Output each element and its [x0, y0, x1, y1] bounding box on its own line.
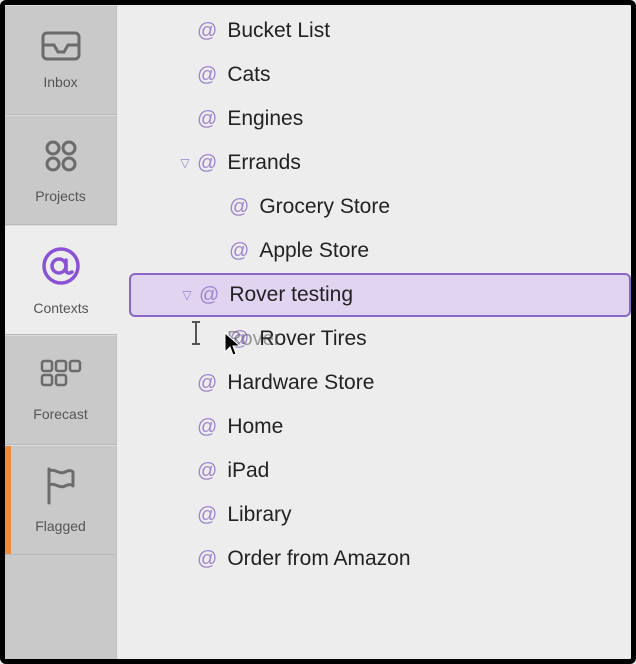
context-row[interactable]: @ iPad [117, 449, 631, 493]
at-icon: @ [197, 416, 217, 439]
context-row[interactable]: @ Order from Amazon [117, 537, 631, 581]
at-icon: @ [197, 20, 217, 43]
at-icon: @ [197, 504, 217, 527]
context-label: Engines [227, 107, 303, 131]
context-label: Order from Amazon [227, 547, 410, 571]
at-icon: @ [229, 328, 249, 351]
tab-contexts[interactable]: Contexts [5, 225, 117, 335]
tab-inbox[interactable]: Inbox [5, 5, 116, 115]
context-label: Grocery Store [259, 195, 390, 219]
context-row[interactable]: ▽ @ Errands [117, 141, 631, 185]
at-icon: @ [197, 64, 217, 87]
context-row[interactable]: @ Hardware Store [117, 361, 631, 405]
at-icon: @ [229, 196, 249, 219]
projects-icon [41, 136, 81, 182]
at-icon: @ [199, 284, 219, 307]
inbox-icon [40, 30, 82, 68]
context-row[interactable]: @ Home [117, 405, 631, 449]
perspective-sidebar: Inbox Projects [5, 5, 117, 659]
tab-label: Contexts [33, 300, 88, 316]
flag-icon [43, 466, 79, 512]
at-icon: @ [229, 240, 249, 263]
at-icon: @ [197, 152, 217, 175]
tab-forecast[interactable]: Forecast [5, 335, 116, 445]
context-label: Rover testing [229, 283, 353, 307]
tab-label: Inbox [43, 74, 77, 90]
context-label: Bucket List [227, 19, 330, 43]
tab-label: Projects [35, 188, 86, 204]
context-label: Library [227, 503, 291, 527]
tab-projects[interactable]: Projects [5, 115, 116, 225]
context-row[interactable]: @ Rover Tires [117, 317, 631, 361]
at-icon: @ [197, 372, 217, 395]
context-label: Rover Tires [259, 327, 366, 351]
context-label: Home [227, 415, 283, 439]
context-row[interactable]: @ Bucket List [117, 9, 631, 53]
context-row[interactable]: @ Engines [117, 97, 631, 141]
context-row[interactable]: ▽ @ Rover testing [129, 273, 631, 317]
tab-label: Flagged [35, 518, 86, 534]
context-label: Cats [227, 63, 270, 87]
disclosure-triangle-icon[interactable]: ▽ [179, 288, 195, 302]
context-label: Hardware Store [227, 371, 374, 395]
app-frame: Inbox Projects [0, 0, 636, 664]
context-row[interactable]: @ Apple Store [117, 229, 631, 273]
context-row[interactable]: @ Library [117, 493, 631, 537]
tab-flagged[interactable]: Flagged [5, 445, 116, 555]
context-label: iPad [227, 459, 269, 483]
context-label: Apple Store [259, 239, 369, 263]
context-list: @ Bucket List @ Cats @ Engines ▽ @ Errands @ Groce… [117, 5, 631, 659]
at-icon: @ [197, 460, 217, 483]
flagged-accent [5, 446, 11, 554]
at-icon: @ [197, 108, 217, 131]
context-label: Errands [227, 151, 301, 175]
context-row[interactable]: @ Grocery Store [117, 185, 631, 229]
at-icon: @ [197, 548, 217, 571]
forecast-icon [39, 358, 83, 400]
context-row[interactable]: @ Cats [117, 53, 631, 97]
contexts-icon [39, 244, 83, 294]
tab-label: Forecast [33, 406, 87, 422]
disclosure-triangle-icon[interactable]: ▽ [177, 156, 193, 170]
